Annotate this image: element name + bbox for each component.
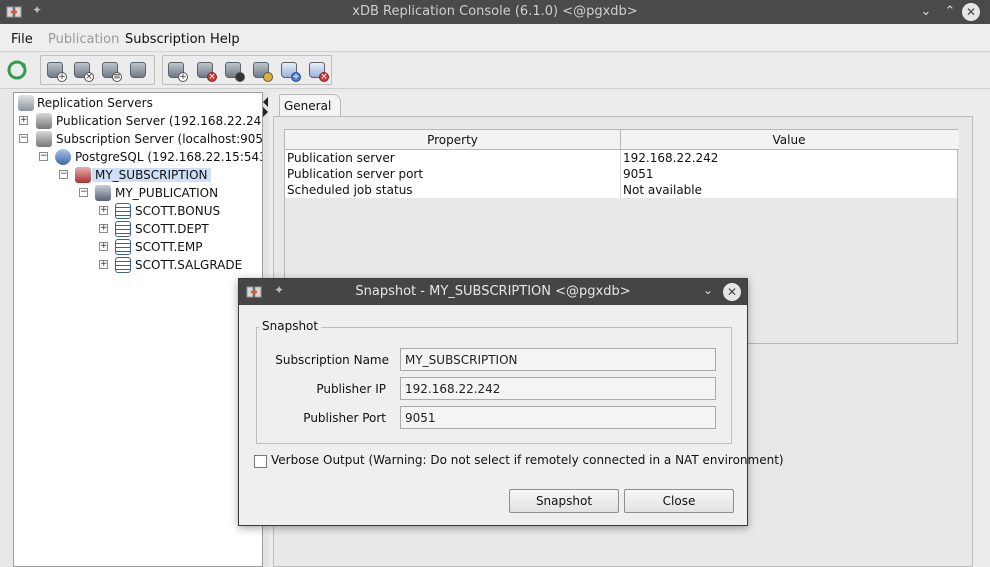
- tree-root-label: Replication Servers: [37, 96, 153, 110]
- menu-subscription[interactable]: Subscription: [125, 32, 206, 47]
- publisher-ip-field[interactable]: [400, 377, 716, 400]
- publication-icon: [95, 185, 111, 201]
- maximize-icon[interactable]: ⌃: [941, 3, 959, 21]
- table-icon: [115, 203, 131, 219]
- table-label: SCOTT.BONUS: [135, 204, 221, 218]
- database-label: PostgreSQL (192.168.22.15:5432:: [75, 150, 263, 164]
- refresh-icon: [7, 60, 27, 80]
- remove-subscription-button[interactable]: ×: [193, 58, 217, 82]
- refresh-button[interactable]: [5, 58, 29, 82]
- create-subscription-button[interactable]: +: [164, 58, 188, 82]
- subscription-icon: [75, 167, 91, 183]
- expand-icon[interactable]: +: [19, 116, 28, 125]
- collapse-left-icon[interactable]: [263, 97, 268, 107]
- table-label: SCOTT.EMP: [135, 240, 203, 254]
- snapshot-button[interactable]: Snapshot: [509, 489, 619, 513]
- tree-table[interactable]: + SCOTT.BONUS: [96, 202, 262, 220]
- postgresql-icon: [55, 149, 71, 165]
- table-row[interactable]: Publication server port 9051: [285, 166, 957, 182]
- dialog-titlebar[interactable]: ✦ Snapshot - MY_SUBSCRIPTION <@pgxdb> ⌄ …: [239, 279, 747, 305]
- table-icon: [115, 221, 131, 237]
- verbose-output-label[interactable]: Verbose Output (Warning: Do not select i…: [271, 453, 784, 467]
- publisher-ip-label: Publisher IP: [316, 382, 386, 396]
- subscription-name-field[interactable]: [400, 348, 716, 371]
- subscription-name-label: Subscription Name: [275, 353, 389, 367]
- publication-server-label: Publication Server (192.168.22.242:90: [56, 114, 262, 128]
- collapse-icon[interactable]: −: [79, 188, 88, 197]
- table-header: Property Value: [285, 130, 959, 150]
- publisher-port-field[interactable]: [400, 406, 716, 429]
- tree-table[interactable]: + SCOTT.SALGRADE: [96, 256, 262, 274]
- table-row[interactable]: Publication server 192.168.22.242: [285, 150, 957, 166]
- tree-root[interactable]: Replication Servers: [16, 94, 256, 112]
- add-table-button[interactable]: +: [277, 58, 301, 82]
- table-label: SCOTT.SALGRADE: [135, 258, 243, 272]
- tree-database[interactable]: − PostgreSQL (192.168.22.15:5432:: [36, 148, 263, 166]
- publication-label: MY_PUBLICATION: [115, 186, 219, 200]
- menu-publication[interactable]: Publication: [48, 32, 119, 47]
- value-cell: Not available: [623, 183, 703, 197]
- remove-server-button[interactable]: ×: [70, 58, 94, 82]
- verbose-output-checkbox[interactable]: [254, 455, 267, 468]
- add-server-button[interactable]: +: [43, 58, 67, 82]
- snapshot-group-label: Snapshot: [259, 319, 322, 333]
- table-icon: [115, 239, 131, 255]
- table-label: SCOTT.DEPT: [135, 222, 209, 236]
- replication-tree[interactable]: Replication Servers + Publication Server…: [13, 92, 263, 567]
- window-title: xDB Replication Console (6.1.0) <@pgxdb>: [352, 4, 638, 19]
- table-icon: [115, 257, 131, 273]
- expand-icon[interactable]: +: [99, 206, 108, 215]
- collapse-icon[interactable]: −: [59, 170, 68, 179]
- collapse-icon[interactable]: −: [39, 152, 48, 161]
- value-cell: 192.168.22.242: [623, 151, 719, 165]
- server-copy-button[interactable]: [126, 58, 150, 82]
- tree-publication[interactable]: − MY_PUBLICATION: [76, 184, 262, 202]
- window-titlebar[interactable]: ✦ xDB Replication Console (6.1.0) <@pgxd…: [0, 0, 990, 24]
- tab-general-label: General: [284, 99, 332, 113]
- server-copy-icon: [130, 62, 146, 78]
- publication-server-icon: [36, 113, 52, 129]
- tree-table[interactable]: + SCOTT.EMP: [96, 238, 262, 256]
- close-icon[interactable]: ✕: [962, 3, 980, 21]
- table-row[interactable]: Scheduled job status Not available: [285, 182, 957, 198]
- expand-icon[interactable]: +: [99, 242, 108, 251]
- tree-publication-server[interactable]: + Publication Server (192.168.22.242:90: [16, 112, 262, 130]
- menu-help[interactable]: Help: [210, 32, 240, 47]
- remove-table-button[interactable]: ×: [305, 58, 329, 82]
- snapshot-button-toolbar[interactable]: [221, 58, 245, 82]
- snapshot-dialog: ✦ Snapshot - MY_SUBSCRIPTION <@pgxdb> ⌄ …: [238, 278, 784, 526]
- minimize-icon[interactable]: ⌄: [703, 283, 713, 297]
- tree-subscription-server[interactable]: − Subscription Server (localhost:9052): [16, 130, 263, 148]
- dialog-title: Snapshot - MY_SUBSCRIPTION <@pgxdb>: [355, 284, 631, 299]
- subscription-server-icon: [36, 131, 52, 147]
- close-icon[interactable]: ✕: [723, 283, 741, 301]
- servers-icon: [18, 95, 34, 111]
- column-header-property[interactable]: Property: [285, 133, 620, 147]
- close-button[interactable]: Close: [624, 489, 734, 513]
- tree-subscription[interactable]: − MY_SUBSCRIPTION: [56, 166, 262, 184]
- subscription-label: MY_SUBSCRIPTION: [92, 168, 211, 182]
- publisher-port-label: Publisher Port: [303, 411, 386, 425]
- minimize-icon[interactable]: ⌄: [917, 3, 935, 21]
- tab-general[interactable]: General: [279, 94, 341, 116]
- menubar: File Publication Subscription Help: [0, 24, 990, 52]
- property-cell: Publication server: [287, 151, 395, 165]
- value-cell: 9051: [623, 167, 654, 181]
- collapse-right-icon[interactable]: [263, 107, 268, 117]
- expand-icon[interactable]: +: [99, 260, 108, 269]
- property-cell: Scheduled job status: [287, 183, 413, 197]
- schedule-button[interactable]: [249, 58, 273, 82]
- tree-table[interactable]: + SCOTT.DEPT: [96, 220, 262, 238]
- menu-file[interactable]: File: [11, 32, 33, 47]
- property-cell: Publication server port: [287, 167, 424, 181]
- expand-icon[interactable]: +: [99, 224, 108, 233]
- server-properties-button[interactable]: ≡: [98, 58, 122, 82]
- subscription-server-label: Subscription Server (localhost:9052): [56, 132, 263, 146]
- toolbar: + × ≡ + × + ×: [0, 53, 990, 89]
- column-header-value[interactable]: Value: [621, 133, 957, 147]
- collapse-icon[interactable]: −: [19, 134, 28, 143]
